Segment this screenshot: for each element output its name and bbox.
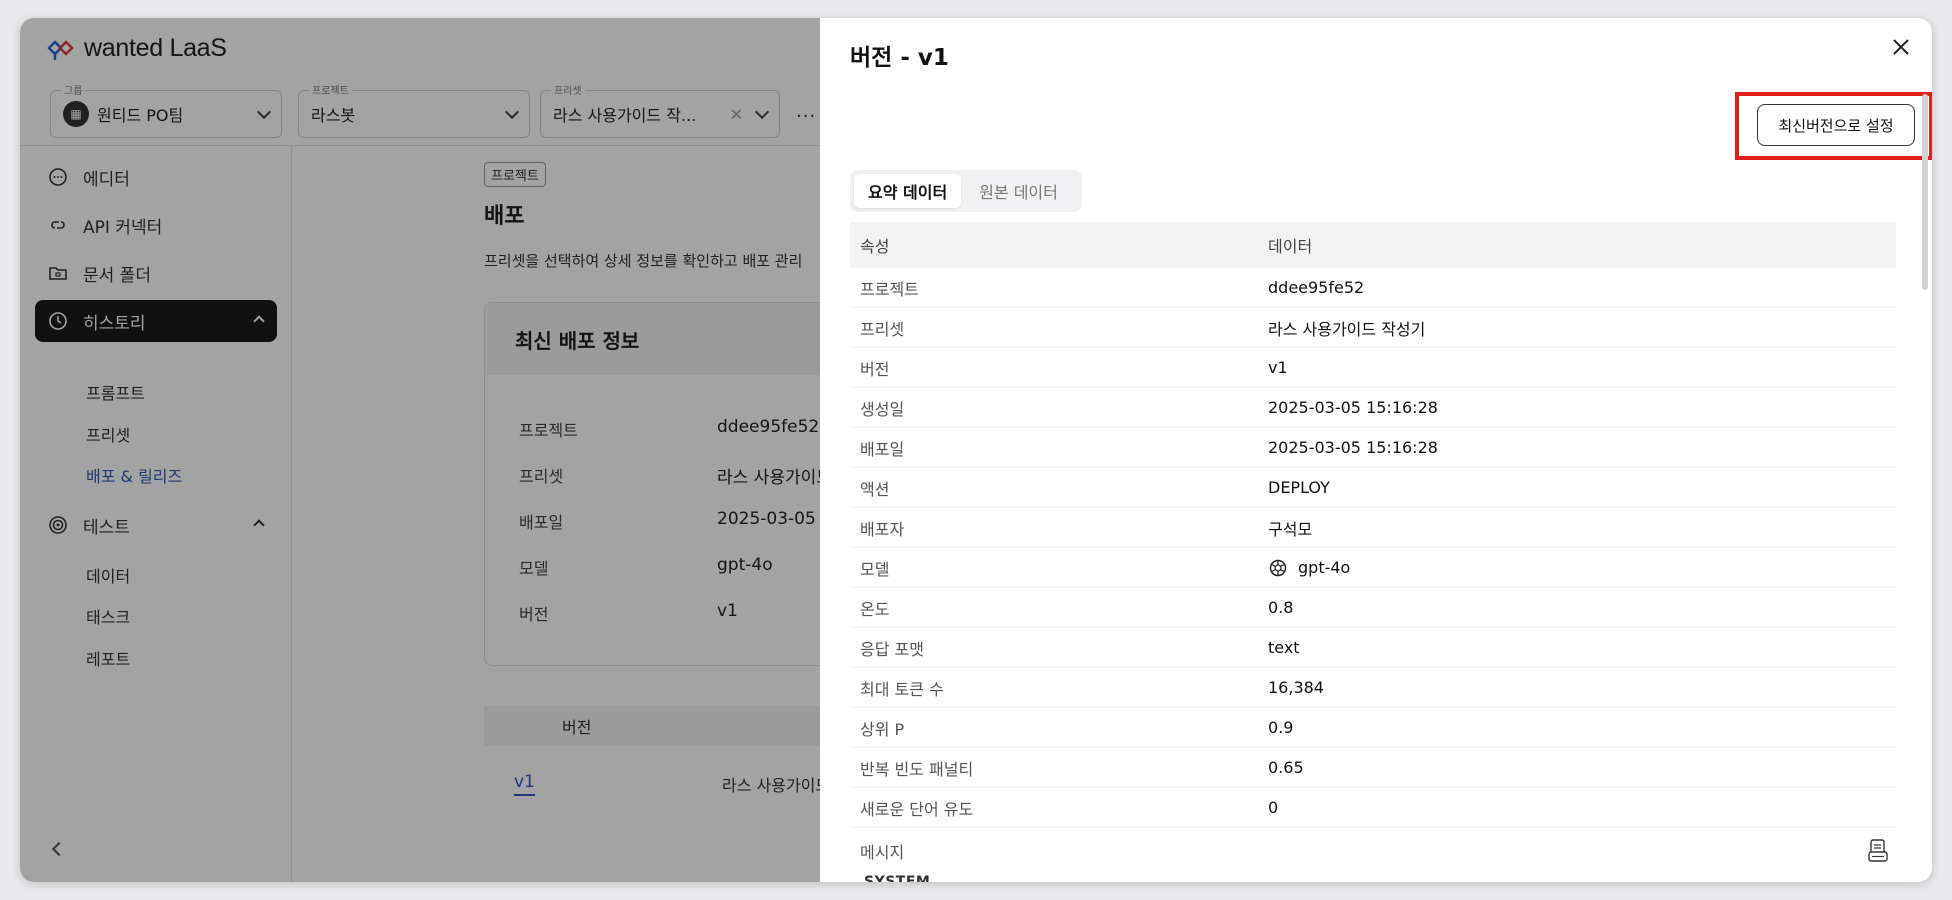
row-label: 프리셋 <box>860 319 905 339</box>
message-label: 메시지 <box>860 843 905 862</box>
row-value: 0.8 <box>1268 598 1294 617</box>
row-value: ddee95fe52 <box>1268 278 1365 297</box>
app-window: wanted LaaS 그룹 ▦ 원티드 PO팀 프로젝트 라스봇 프리셋 라스… <box>20 18 1932 882</box>
system-label: SYSTEM <box>864 874 931 882</box>
table-row: 상위 P 0.9 <box>850 708 1896 748</box>
row-label: 응답 포맷 <box>860 639 924 659</box>
row-label: 반복 빈도 패널티 <box>860 759 974 779</box>
table-row: 액션 DEPLOY <box>850 468 1896 508</box>
table-header: 속성 데이터 <box>850 222 1896 268</box>
row-label: 온도 <box>860 599 890 619</box>
table-row: 버전 v1 <box>850 348 1896 388</box>
table-row: 프로젝트 ddee95fe52 <box>850 268 1896 308</box>
row-value: 구석모 <box>1268 519 1313 539</box>
message-row: 메시지 SYSTEM <box>850 828 1896 882</box>
table-row: 모델 gpt-4o <box>850 548 1896 588</box>
row-value: 0 <box>1268 798 1279 817</box>
table-row: 프리셋 라스 사용가이드 작성기 <box>850 308 1896 348</box>
openai-icon <box>1269 559 1287 576</box>
row-value: 16,384 <box>1268 678 1324 697</box>
row-label: 버전 <box>860 359 890 379</box>
row-value: 라스 사용가이드 작성기 <box>1268 319 1426 339</box>
model-name: gpt-4o <box>1298 558 1351 577</box>
row-label: 배포자 <box>860 519 905 539</box>
drawer-title: 버전 - v1 <box>850 45 949 71</box>
header-data: 데이터 <box>1268 237 1313 256</box>
row-label: 배포일 <box>860 439 905 459</box>
version-drawer: 버전 - v1 최신버전으로 설정 요약 데이터 원본 데이터 속성 데이터 프… <box>820 18 1932 882</box>
table-row: 배포자 구석모 <box>850 508 1896 548</box>
scrollbar[interactable] <box>1922 94 1928 290</box>
row-label: 새로운 단어 유도 <box>860 799 974 819</box>
row-label: 액션 <box>860 479 890 499</box>
table-row: 최대 토큰 수 16,384 <box>850 668 1896 708</box>
table-row: 배포일 2025-03-05 15:16:28 <box>850 428 1896 468</box>
row-value: 2025-03-05 15:16:28 <box>1268 398 1438 417</box>
row-value: DEPLOY <box>1268 478 1330 497</box>
row-label: 상위 P <box>860 719 905 739</box>
copy-icon[interactable] <box>1866 838 1890 864</box>
row-label: 프로젝트 <box>860 279 919 299</box>
tab-raw-data[interactable]: 원본 데이터 <box>965 174 1072 208</box>
header-attr: 속성 <box>860 237 890 256</box>
row-value: 0.9 <box>1268 718 1294 737</box>
table-row: 응답 포맷 text <box>850 628 1896 668</box>
table-row: 생성일 2025-03-05 15:16:28 <box>850 388 1896 428</box>
tab-summary-data[interactable]: 요약 데이터 <box>854 174 962 208</box>
row-value: 0.65 <box>1268 758 1304 777</box>
data-tabs: 요약 데이터 원본 데이터 <box>850 170 1082 212</box>
row-value: 2025-03-05 15:16:28 <box>1268 438 1438 457</box>
set-latest-version-button[interactable]: 최신버전으로 설정 <box>1757 104 1915 146</box>
close-icon <box>1893 39 1909 55</box>
table-row: 온도 0.8 <box>850 588 1896 628</box>
row-label: 모델 <box>860 559 890 579</box>
row-label: 최대 토큰 수 <box>860 679 944 699</box>
table-row: 반복 빈도 패널티 0.65 <box>850 748 1896 788</box>
row-label: 생성일 <box>860 399 905 419</box>
summary-table: 속성 데이터 프로젝트 ddee95fe52 프리셋 라스 사용가이드 작성기 버전… <box>850 222 1896 882</box>
row-value-model: gpt-4o <box>1268 558 1350 578</box>
row-value: text <box>1268 638 1300 657</box>
table-row: 새로운 단어 유도 0 <box>850 788 1896 828</box>
close-button[interactable] <box>1888 34 1914 60</box>
row-value: v1 <box>1268 358 1288 377</box>
